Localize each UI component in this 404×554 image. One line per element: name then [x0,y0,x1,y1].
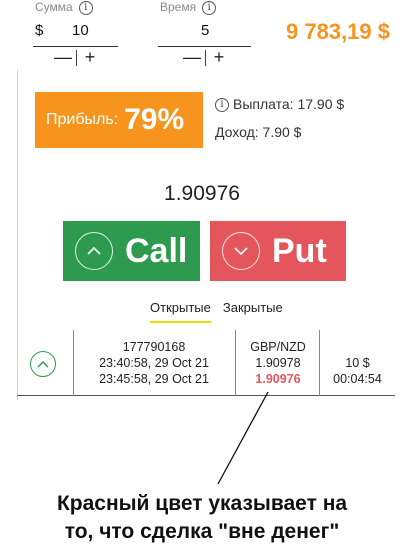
annotation-pointer [217,391,269,485]
annotation-line-1: Красный цвет указывает на [56,492,348,515]
annotation-line-2: то, что сделка "вне денег" [64,520,340,543]
annotation-text: Красный цвет указывает на то, что сделка… [0,490,404,546]
